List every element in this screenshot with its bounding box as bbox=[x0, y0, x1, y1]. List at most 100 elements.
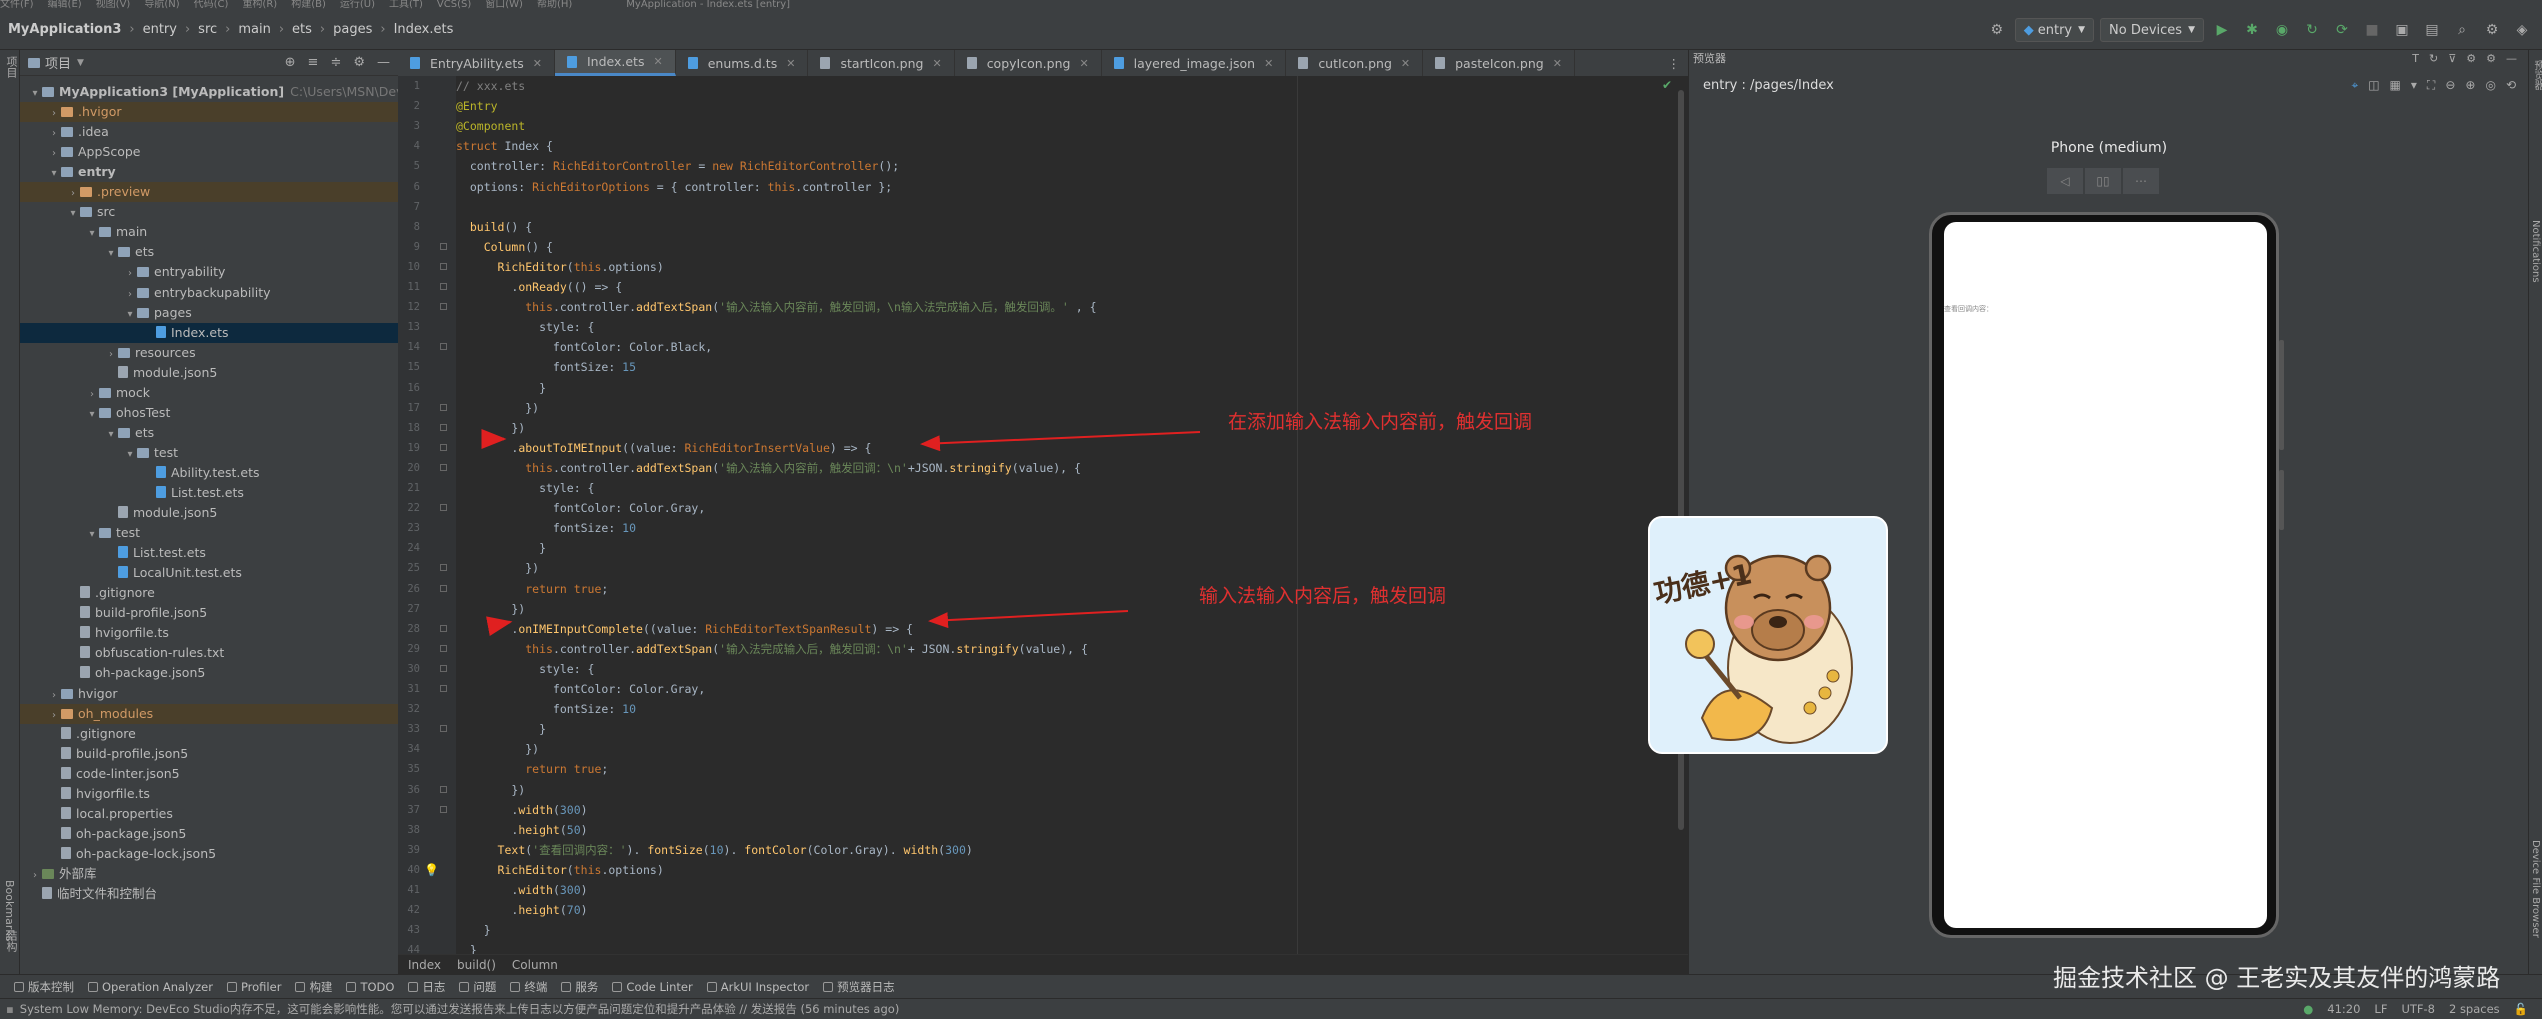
memory-indicator-icon[interactable]: ● bbox=[2303, 1002, 2313, 1016]
chevron-right-icon[interactable]: › bbox=[47, 104, 61, 124]
run-config-dropdown[interactable]: ◆ entry ▼ bbox=[2014, 18, 2095, 42]
tree-row[interactable]: ▾ ohosTest bbox=[20, 403, 398, 423]
menu-item[interactable]: 运行(U) bbox=[340, 0, 375, 10]
close-icon[interactable]: ✕ bbox=[1553, 57, 1562, 70]
tree-row[interactable]: local.properties bbox=[20, 804, 398, 824]
font-icon[interactable]: T bbox=[2412, 52, 2419, 65]
tree-row[interactable]: 临时文件和控制台 bbox=[20, 884, 398, 904]
run-icon[interactable]: ▶ bbox=[2210, 18, 2234, 42]
tree-row[interactable]: oh-package-lock.json5 bbox=[20, 844, 398, 864]
refresh-icon[interactable]: ↻ bbox=[2429, 52, 2438, 65]
tree-row[interactable]: › resources bbox=[20, 343, 398, 363]
tree-row[interactable]: oh-package.json5 bbox=[20, 663, 398, 683]
fold-marker-icon[interactable] bbox=[440, 624, 447, 632]
menu-item[interactable]: 重构(R) bbox=[242, 0, 277, 10]
gear-icon[interactable]: ⚙ bbox=[2480, 18, 2504, 42]
tool-window-button[interactable]: Code Linter bbox=[612, 980, 693, 994]
menu-item[interactable]: 导航(N) bbox=[144, 0, 179, 10]
menu-item[interactable]: 工具(T) bbox=[389, 0, 423, 10]
fold-marker-icon[interactable] bbox=[440, 262, 447, 270]
tool-window-button[interactable]: Operation Analyzer bbox=[88, 980, 213, 994]
chevron-down-icon[interactable]: ▾ bbox=[123, 305, 137, 325]
tool-window-button[interactable]: TODO bbox=[346, 980, 394, 994]
fold-marker-icon[interactable] bbox=[440, 664, 447, 672]
device-manager-icon[interactable]: ▣ bbox=[2390, 18, 2414, 42]
tree-row[interactable]: ▾ ets bbox=[20, 242, 398, 262]
tree-row[interactable]: › oh_modules bbox=[20, 703, 398, 724]
fold-marker-icon[interactable] bbox=[440, 644, 447, 652]
tree-row[interactable]: ▾ src bbox=[20, 202, 398, 222]
chevron-down-icon[interactable]: ▾ bbox=[85, 525, 99, 545]
tree-row[interactable]: › AppScope bbox=[20, 142, 398, 162]
chevron-down-icon[interactable]: ▾ bbox=[123, 445, 137, 465]
rerun-icon[interactable]: ↻ bbox=[2300, 18, 2324, 42]
close-icon[interactable]: ✕ bbox=[1401, 57, 1410, 70]
fold-marker-icon[interactable] bbox=[440, 725, 447, 733]
chevron-down-icon[interactable]: ▾ bbox=[104, 244, 118, 264]
minimize-icon[interactable]: — bbox=[2506, 52, 2517, 65]
fold-marker-icon[interactable] bbox=[440, 805, 447, 813]
attach-debugger-icon[interactable]: ⟳ bbox=[2330, 18, 2354, 42]
menu-item[interactable]: 编辑(E) bbox=[48, 0, 82, 10]
chevron-right-icon[interactable]: › bbox=[66, 184, 80, 204]
device-file-browser-tool-button[interactable]: Device File Browser bbox=[2530, 840, 2541, 938]
menu-item[interactable]: 构建(B) bbox=[291, 0, 326, 10]
tree-row[interactable]: ▾ test bbox=[20, 523, 398, 543]
editor-tab[interactable]: Index.ets ✕ bbox=[554, 50, 676, 76]
zoom-out-icon[interactable]: ⊖ bbox=[2445, 78, 2455, 93]
tree-row[interactable]: ▾ ets bbox=[20, 423, 398, 443]
editor-tab[interactable]: startIcon.png ✕ bbox=[808, 50, 955, 76]
project-panel-title[interactable]: 项目 bbox=[45, 53, 71, 72]
profile-icon[interactable]: ◉ bbox=[2270, 18, 2294, 42]
tree-row[interactable]: .gitignore bbox=[20, 583, 398, 603]
gear-icon[interactable]: ⚙ bbox=[353, 55, 365, 70]
fold-marker-icon[interactable] bbox=[440, 564, 447, 572]
fold-marker-icon[interactable] bbox=[440, 303, 447, 311]
chevron-down-icon[interactable]: ▾ bbox=[66, 204, 80, 224]
settings-icon[interactable]: ⚙ bbox=[2466, 52, 2476, 65]
code-breadcrumb-item[interactable]: Index bbox=[408, 958, 441, 972]
fold-marker-icon[interactable] bbox=[440, 785, 447, 793]
code-breadcrumb-item[interactable]: build() bbox=[457, 958, 496, 972]
close-icon[interactable]: ✕ bbox=[1264, 57, 1273, 70]
fold-marker-icon[interactable] bbox=[440, 283, 447, 290]
close-icon[interactable]: ✕ bbox=[533, 57, 542, 70]
phone-screen[interactable]: 查看回调内容： bbox=[1944, 222, 2267, 928]
fold-marker-icon[interactable] bbox=[440, 685, 447, 692]
editor-tab[interactable]: layered_image.json ✕ bbox=[1102, 50, 1287, 76]
tree-row[interactable]: code-linter.json5 bbox=[20, 764, 398, 784]
tree-row[interactable]: ▾ main bbox=[20, 222, 398, 242]
tree-row[interactable]: › .hvigor bbox=[20, 102, 398, 124]
tree-row[interactable]: hvigorfile.ts bbox=[20, 784, 398, 804]
fold-icon[interactable]: ▯▯ bbox=[2085, 168, 2121, 194]
chevron-right-icon[interactable]: › bbox=[85, 385, 99, 405]
chevron-down-icon[interactable]: ▾ bbox=[85, 405, 99, 425]
code-breadcrumb-item[interactable]: Column bbox=[512, 958, 558, 972]
editor-tab[interactable]: copyIcon.png ✕ bbox=[955, 50, 1102, 76]
fold-marker-icon[interactable] bbox=[440, 423, 447, 431]
tree-row[interactable]: module.json5 bbox=[20, 503, 398, 523]
tree-row[interactable]: Index.ets bbox=[20, 322, 398, 343]
minimize-icon[interactable]: — bbox=[377, 55, 390, 70]
tool-window-button[interactable]: 问题 bbox=[459, 979, 496, 995]
rotate-icon[interactable]: ⟲ bbox=[2506, 78, 2516, 93]
status-message[interactable]: System Low Memory: DevEco Studio内存不足，这可能… bbox=[20, 1001, 900, 1017]
tool-window-button[interactable]: 版本控制 bbox=[14, 979, 74, 995]
menu-item[interactable]: VCS(S) bbox=[437, 0, 471, 10]
indent-setting[interactable]: 2 spaces bbox=[2449, 1002, 2500, 1016]
chevron-down-icon[interactable]: ▾ bbox=[28, 84, 42, 104]
more-icon[interactable]: ⋯ bbox=[2123, 168, 2159, 194]
tool-window-button[interactable]: 构建 bbox=[295, 979, 332, 995]
fold-marker-icon[interactable] bbox=[440, 584, 447, 592]
notifications-tool-button[interactable]: Notifications bbox=[2530, 220, 2541, 283]
breadcrumb-item[interactable]: MyApplication3 bbox=[8, 22, 121, 37]
tabs-more-icon[interactable]: ⋮ bbox=[1660, 50, 1689, 76]
fold-marker-icon[interactable] bbox=[440, 242, 447, 250]
file-encoding[interactable]: UTF-8 bbox=[2401, 1002, 2435, 1016]
tree-row[interactable]: › hvigor bbox=[20, 684, 398, 704]
expand-all-icon[interactable]: ≡ bbox=[308, 55, 319, 70]
line-separator[interactable]: LF bbox=[2374, 1002, 2387, 1016]
collapse-all-icon[interactable]: ≑ bbox=[330, 55, 341, 70]
locate-file-icon[interactable]: ⊕ bbox=[285, 55, 296, 70]
tree-row[interactable]: hvigorfile.ts bbox=[20, 623, 398, 643]
